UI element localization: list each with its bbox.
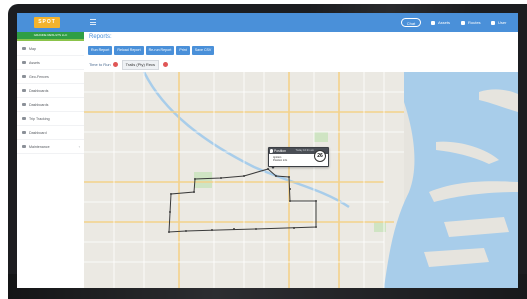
fence-icon	[22, 75, 26, 78]
report-toolbar: Run Report Reload Report Re-run Report P…	[88, 46, 215, 55]
route-icon	[22, 117, 26, 120]
app-screen: SPOT GRANDE RESULTS LLC Map Assets Geo-F…	[17, 13, 518, 288]
car-icon	[22, 61, 26, 64]
topbar-user-link[interactable]: User	[491, 18, 506, 27]
main-content: Reports: Run Report Reload Report Re-run…	[84, 32, 518, 288]
brand-logo: SPOT	[34, 17, 60, 28]
run-report-button[interactable]: Run Report	[88, 46, 113, 55]
sidebar-item-label: Dashboards	[29, 88, 49, 93]
sidebar-item-label: Dashboard	[29, 130, 47, 135]
brand-tagline: GRANDE RESULTS LLC	[17, 32, 84, 39]
popup-title: Position	[274, 149, 287, 153]
sidebar: SPOT GRANDE RESULTS LLC Map Assets Geo-F…	[17, 13, 85, 288]
report-filters: Time to Run Trails (Pty) Recs	[89, 59, 169, 70]
sidebar-item-geofences[interactable]: Geo-Fences	[17, 70, 84, 84]
menu-toggle-icon[interactable]	[90, 19, 96, 25]
filter-chip-trails[interactable]: Trails (Pty) Recs	[121, 59, 160, 70]
divider	[17, 39, 84, 41]
filter-chip-label: Time to Run	[89, 62, 111, 67]
topbar-user-label: User	[498, 20, 507, 25]
topbar-routes-label: Routes	[468, 20, 481, 25]
dashboard-icon	[22, 89, 26, 92]
topbar-assets-label: Assets	[438, 20, 451, 25]
sidebar-item-label: Maintenance	[29, 144, 50, 149]
top-navbar: Chat Assets Routes User	[84, 13, 518, 32]
sidebar-item-label: Assets	[29, 60, 40, 65]
map-view[interactable]: Position Today 10:21 am Ignition Positio…	[84, 72, 518, 288]
dashboard-icon	[22, 103, 26, 106]
topbar-assets-link[interactable]: Assets	[431, 18, 450, 27]
sidebar-item-label: Map	[29, 46, 36, 51]
sidebar-item-map[interactable]: Map	[17, 42, 84, 56]
reload-report-button[interactable]: Reload Report	[114, 46, 144, 55]
device-frame: SPOT GRANDE RESULTS LLC Map Assets Geo-F…	[0, 0, 527, 299]
filter-chip-label: Trails (Pty) Recs	[125, 61, 156, 67]
filter-chip-time[interactable]: Time to Run	[89, 62, 118, 67]
sidebar-item-dashboards[interactable]: Dashboards	[17, 84, 84, 98]
chat-button[interactable]: Chat	[401, 18, 421, 27]
popup-datetime: Today 10:21 am	[295, 149, 314, 152]
speed-badge: 26	[314, 150, 326, 162]
map-icon	[22, 47, 26, 50]
rerun-report-button[interactable]: Re-run Report	[145, 46, 175, 55]
sidebar-item-label: Dashboards	[29, 102, 49, 107]
sidebar-item-trip-tracking[interactable]: Trip Tracking	[17, 112, 84, 126]
topbar-routes-link[interactable]: Routes	[461, 18, 481, 27]
brand-name: SPOT	[38, 19, 56, 25]
position-popup[interactable]: Position Today 10:21 am Ignition Positio…	[268, 147, 329, 167]
logo-area[interactable]: SPOT	[17, 13, 84, 32]
print-button[interactable]: Print	[176, 46, 190, 55]
remove-filter-icon[interactable]	[112, 62, 118, 67]
page-title: Reports:	[89, 34, 112, 40]
sidebar-nav: Map Assets Geo-Fences Dashboards Dashboa…	[17, 42, 84, 154]
route-icon	[461, 20, 465, 25]
save-csv-button[interactable]: Save CSV	[191, 46, 215, 55]
sidebar-item-assets[interactable]: Assets	[17, 56, 84, 70]
location-pin-icon	[270, 149, 273, 153]
remove-filter-icon[interactable]	[163, 62, 169, 67]
sidebar-item-label: Trip Tracking	[29, 116, 50, 121]
dashboard-icon	[22, 131, 26, 134]
car-icon	[431, 20, 435, 25]
sidebar-item-label: Geo-Fences	[29, 74, 49, 79]
chevron-down-icon: ‹	[78, 144, 80, 149]
sidebar-item-maintenance[interactable]: Maintenance ‹	[17, 140, 84, 154]
user-icon	[491, 20, 495, 25]
sidebar-item-dashboard[interactable]: Dashboard	[17, 126, 84, 140]
map-canvas[interactable]	[84, 72, 518, 288]
sidebar-item-dashboards-2[interactable]: Dashboards	[17, 98, 84, 112]
wrench-icon	[22, 145, 26, 148]
